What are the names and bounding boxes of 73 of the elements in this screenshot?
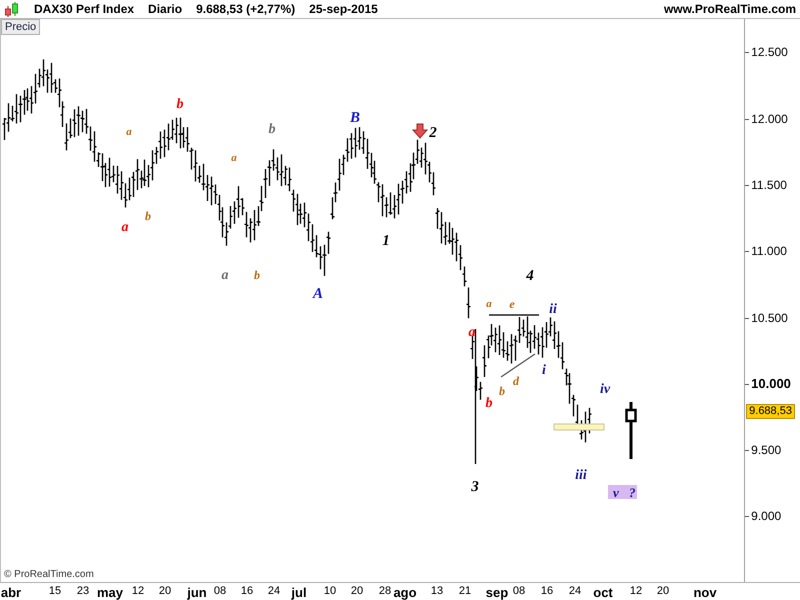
- last-price-tag: 9.688,53: [746, 404, 795, 420]
- axis-label: 08: [512, 585, 526, 598]
- price-change: 9.688,53 (+2,77%): [196, 2, 296, 16]
- wave-label: b: [486, 396, 492, 412]
- axis-label: 12: [630, 585, 642, 598]
- trendline: [500, 354, 536, 378]
- projection-box: [608, 485, 637, 500]
- axis-label: 10: [324, 585, 336, 598]
- wave-label: 4: [526, 268, 534, 284]
- copyright-text: © ProRealTime.com: [4, 569, 94, 580]
- axis-label: 28: [378, 585, 392, 598]
- axis-label: 10.500: [751, 310, 788, 325]
- axis-label: oct: [593, 585, 613, 600]
- axis-label: jul: [291, 585, 307, 600]
- wave-label: a: [126, 126, 132, 138]
- axis-label: 9.500: [751, 443, 782, 458]
- axis-label: 9.000: [751, 509, 782, 524]
- wave-label: a: [486, 298, 492, 310]
- wave-label: e: [509, 297, 515, 312]
- candle-drawing: [625, 402, 637, 460]
- wave-label: b: [499, 384, 505, 398]
- wave-label: 2: [429, 125, 437, 142]
- axis-label: 20: [158, 585, 172, 598]
- wave-label: ?: [629, 485, 636, 500]
- wave-label: a: [222, 268, 228, 284]
- wave-label: b: [176, 97, 184, 112]
- axis-label: 20: [656, 585, 670, 598]
- axis-label: 23: [76, 585, 90, 598]
- wave-label: 3: [471, 479, 479, 496]
- axis-label: 15: [48, 585, 62, 598]
- wave-label: a: [231, 152, 237, 164]
- wave-label: B: [350, 110, 360, 126]
- wave-label: v: [613, 485, 619, 500]
- axis-label: 11.500: [751, 178, 787, 192]
- axis-label: may: [96, 585, 124, 600]
- wave-label: b: [268, 122, 276, 138]
- axis-label: jun: [187, 585, 207, 600]
- panel-tab[interactable]: Precio: [1, 19, 40, 36]
- axis-label: 13: [430, 585, 444, 598]
- axis-label: ago: [393, 585, 417, 600]
- axis-label: nov: [693, 585, 717, 600]
- highlight-zone: [554, 424, 604, 431]
- axis-label: 24: [268, 585, 280, 598]
- axis-label: 12.500: [751, 45, 788, 60]
- website-link[interactable]: www.ProRealTime.com: [664, 2, 796, 16]
- wave-label: i: [542, 363, 546, 378]
- down-arrow-icon: [412, 124, 428, 140]
- wave-label: b: [145, 209, 151, 224]
- wave-label: a: [122, 220, 128, 236]
- wave-label: 1: [382, 233, 390, 250]
- wave-label: d: [513, 374, 519, 388]
- axis-label: sep: [486, 585, 508, 600]
- date-label: 25-sep-2015: [309, 2, 378, 16]
- axis-label: 10.000: [751, 376, 791, 391]
- axis-label: 11.000: [751, 244, 787, 258]
- trendline: [489, 314, 539, 316]
- wave-label: iii: [575, 468, 587, 484]
- axis-label: 16: [540, 585, 554, 598]
- axis-label: 24: [568, 585, 582, 598]
- axis-label: 16: [240, 585, 254, 598]
- wave-label: iv: [600, 382, 610, 398]
- axis-label: abr: [0, 585, 22, 600]
- instrument-title: DAX30 Perf Index: [34, 2, 134, 16]
- axis-label: 12: [132, 585, 144, 598]
- wave-label: b: [254, 268, 260, 282]
- wave-label: A: [313, 286, 323, 302]
- candlestick-icon: [4, 1, 20, 18]
- period-label: Diario: [148, 2, 182, 16]
- axis-label: 12.000: [751, 112, 788, 126]
- wave-label: ii: [549, 302, 557, 318]
- axis-label: 20: [350, 585, 364, 598]
- axis-label: 21: [458, 585, 472, 598]
- axis-label: 08: [214, 585, 226, 598]
